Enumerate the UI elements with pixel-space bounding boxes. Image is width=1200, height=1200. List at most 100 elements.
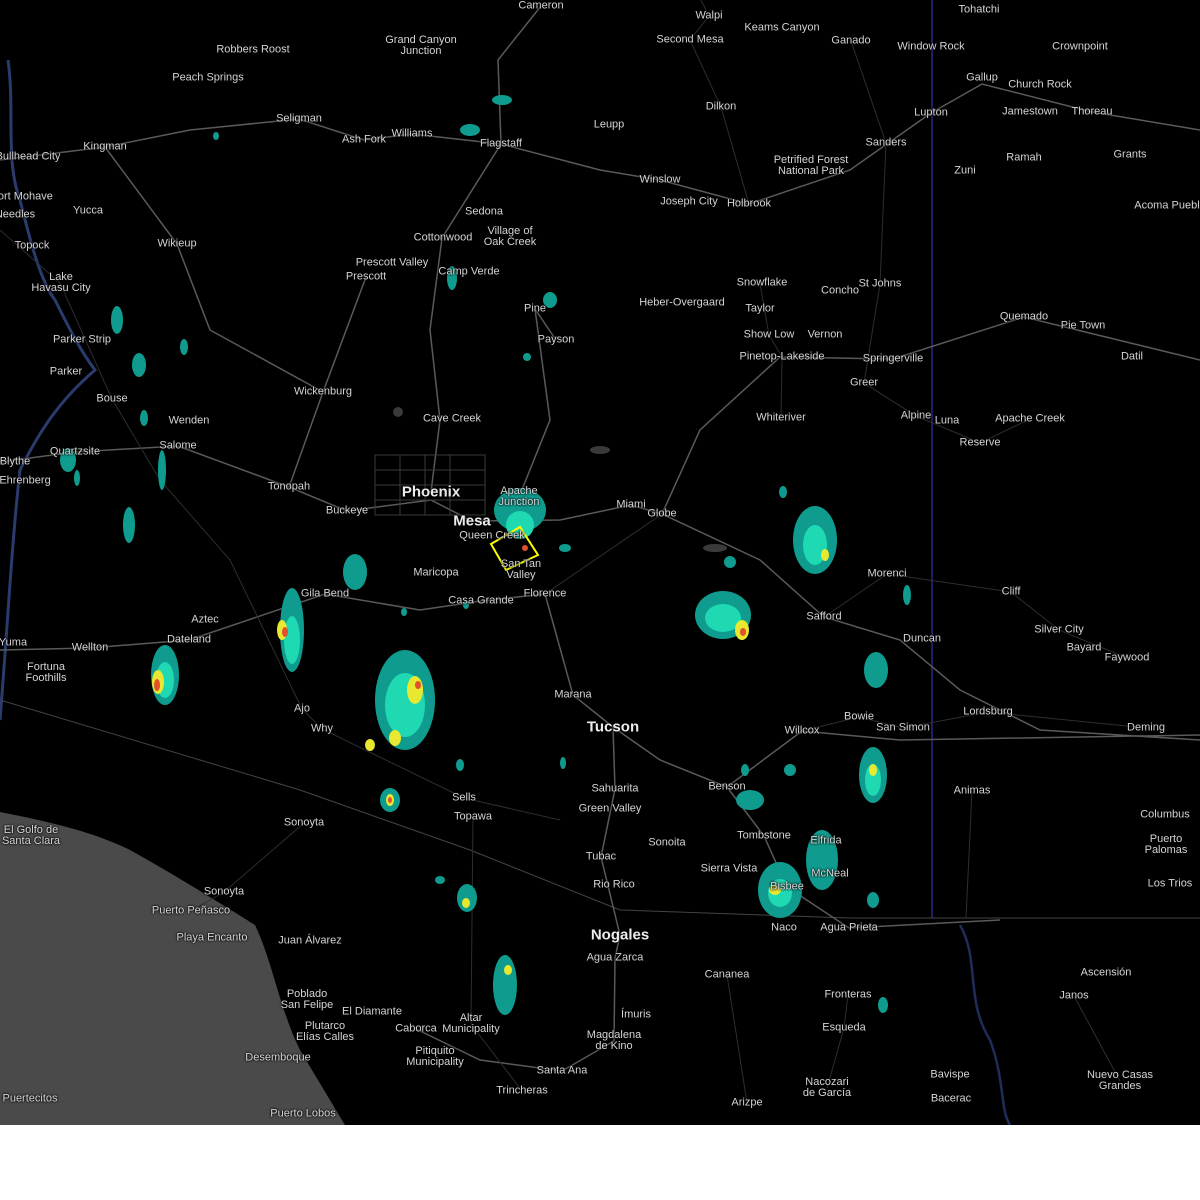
city-label[interactable]: Holbrook — [727, 198, 771, 210]
city-label[interactable]: Tombstone — [737, 830, 791, 842]
city-label[interactable]: Flagstaff — [480, 138, 522, 150]
city-label[interactable]: Phoenix — [402, 485, 460, 500]
city-label[interactable]: Show Low — [744, 329, 795, 341]
city-label[interactable]: Cameron — [518, 0, 563, 12]
city-label[interactable]: Naco — [771, 922, 797, 934]
city-label[interactable]: Village of Oak Creek — [484, 226, 537, 248]
city-label[interactable]: Bayard — [1067, 642, 1102, 654]
city-label[interactable]: Mesa — [453, 514, 491, 529]
city-label[interactable]: Needles — [0, 209, 35, 221]
city-label[interactable]: Rio Rico — [593, 879, 635, 891]
city-label[interactable]: Juan Álvarez — [278, 935, 342, 947]
city-label[interactable]: Blythe — [0, 456, 30, 468]
city-label[interactable]: Gila Bend — [301, 588, 349, 600]
city-label[interactable]: Concho — [821, 285, 859, 297]
city-label[interactable]: Puertecitos — [2, 1093, 57, 1105]
city-label[interactable]: Second Mesa — [656, 34, 723, 46]
city-label[interactable]: Playa Encanto — [177, 932, 248, 944]
city-label[interactable]: Sanders — [866, 137, 907, 149]
city-label[interactable]: Ash Fork — [342, 134, 386, 146]
city-label[interactable]: Altar Municipality — [442, 1013, 499, 1035]
city-label[interactable]: Wickenburg — [294, 386, 352, 398]
city-label[interactable]: Puerto Palomas — [1145, 834, 1188, 856]
city-label[interactable]: Arizpe — [731, 1097, 762, 1109]
city-label[interactable]: Petrified Forest National Park — [774, 155, 849, 177]
city-label[interactable]: Salome — [159, 440, 196, 452]
city-label[interactable]: Buckeye — [326, 505, 368, 517]
city-label[interactable]: Sierra Vista — [701, 863, 758, 875]
city-label[interactable]: Parker — [50, 366, 82, 378]
city-label[interactable]: Agua Zarca — [587, 952, 644, 964]
city-label[interactable]: Whiteriver — [756, 412, 806, 424]
city-label[interactable]: Esqueda — [822, 1022, 865, 1034]
city-label[interactable]: Ímuris — [621, 1009, 651, 1021]
city-label[interactable]: Fort Mohave — [0, 191, 53, 203]
city-label[interactable]: Kingman — [83, 141, 126, 153]
city-label[interactable]: Prescott — [346, 271, 386, 283]
city-label[interactable]: Tucson — [587, 720, 639, 735]
city-label[interactable]: Sonoita — [648, 837, 685, 849]
city-label[interactable]: Willcox — [785, 725, 820, 737]
city-label[interactable]: Greer — [850, 377, 878, 389]
city-label[interactable]: Janos — [1059, 990, 1088, 1002]
city-label[interactable]: Topawa — [454, 811, 492, 823]
city-label[interactable]: Lupton — [914, 107, 948, 119]
city-label[interactable]: Columbus — [1140, 809, 1190, 821]
city-label[interactable]: Maricopa — [413, 567, 458, 579]
city-label[interactable]: Ehrenberg — [0, 475, 51, 487]
city-label[interactable]: Reserve — [960, 437, 1001, 449]
city-label[interactable]: St Johns — [859, 278, 902, 290]
city-label[interactable]: San Simon — [876, 722, 930, 734]
radar-map[interactable]: Cameron Walpi Keams Canyon Tohatchi Second M… — [0, 0, 1200, 1125]
city-label[interactable]: Sells — [452, 792, 476, 804]
city-label[interactable]: Poblado San Felipe — [281, 989, 334, 1011]
city-label[interactable]: Acoma Pueblo — [1134, 200, 1200, 212]
city-label[interactable]: Vernon — [808, 329, 843, 341]
city-label[interactable]: Duncan — [903, 633, 941, 645]
city-label[interactable]: Pinetop-Lakeside — [739, 351, 824, 363]
city-label[interactable]: Nogales — [591, 928, 649, 943]
city-label[interactable]: Nuevo Casas Grandes — [1087, 1070, 1153, 1092]
city-label[interactable]: Puerto Lobos — [270, 1108, 335, 1120]
city-label[interactable]: Grand Canyon Junction — [385, 35, 457, 57]
city-label[interactable]: Dilkon — [706, 101, 737, 113]
city-label[interactable]: Yuma — [0, 637, 27, 649]
city-label[interactable]: Peach Springs — [172, 72, 244, 84]
city-label[interactable]: Wikieup — [157, 238, 196, 250]
city-label[interactable]: Seligman — [276, 113, 322, 125]
city-label[interactable]: Sahuarita — [591, 783, 638, 795]
city-label[interactable]: Payson — [538, 334, 575, 346]
city-label[interactable]: Grants — [1113, 149, 1146, 161]
city-label[interactable]: Animas — [954, 785, 991, 797]
city-label[interactable]: Los Trios — [1148, 878, 1193, 890]
city-label[interactable]: Bouse — [96, 393, 127, 405]
city-label[interactable]: Cliff — [1002, 586, 1021, 598]
city-label[interactable]: Winslow — [640, 174, 681, 186]
city-label[interactable]: Datil — [1121, 351, 1143, 363]
city-label[interactable]: Yucca — [73, 205, 103, 217]
city-label[interactable]: Taylor — [745, 303, 774, 315]
city-label[interactable]: Bowie — [844, 711, 874, 723]
city-label[interactable]: Topock — [15, 240, 50, 252]
city-label[interactable]: Prescott Valley — [356, 257, 429, 269]
city-label[interactable]: Apache Creek — [995, 413, 1065, 425]
city-label[interactable]: Caborca — [395, 1023, 437, 1035]
city-label[interactable]: Pitiquito Municipality — [406, 1046, 463, 1068]
city-label[interactable]: Church Rock — [1008, 79, 1072, 91]
city-label[interactable]: Benson — [708, 781, 745, 793]
city-label[interactable]: Cave Creek — [423, 413, 481, 425]
city-label[interactable]: Tonopah — [268, 481, 310, 493]
city-label[interactable]: Tohatchi — [959, 4, 1000, 16]
city-label[interactable]: Santa Ana — [537, 1065, 588, 1077]
city-label[interactable]: Quemado — [1000, 311, 1048, 323]
city-label[interactable]: Wellton — [72, 642, 108, 654]
city-label[interactable]: Tubac — [586, 851, 616, 863]
city-label[interactable]: Silver City — [1034, 624, 1084, 636]
city-label[interactable]: Bacerac — [931, 1093, 971, 1105]
city-label[interactable]: Sonoyta — [284, 817, 324, 829]
city-label[interactable]: Safford — [806, 611, 841, 623]
city-label[interactable]: Window Rock — [897, 41, 964, 53]
city-label[interactable]: Agua Prieta — [820, 922, 877, 934]
city-label[interactable]: Walpi — [695, 10, 722, 22]
city-label[interactable]: Gallup — [966, 72, 998, 84]
